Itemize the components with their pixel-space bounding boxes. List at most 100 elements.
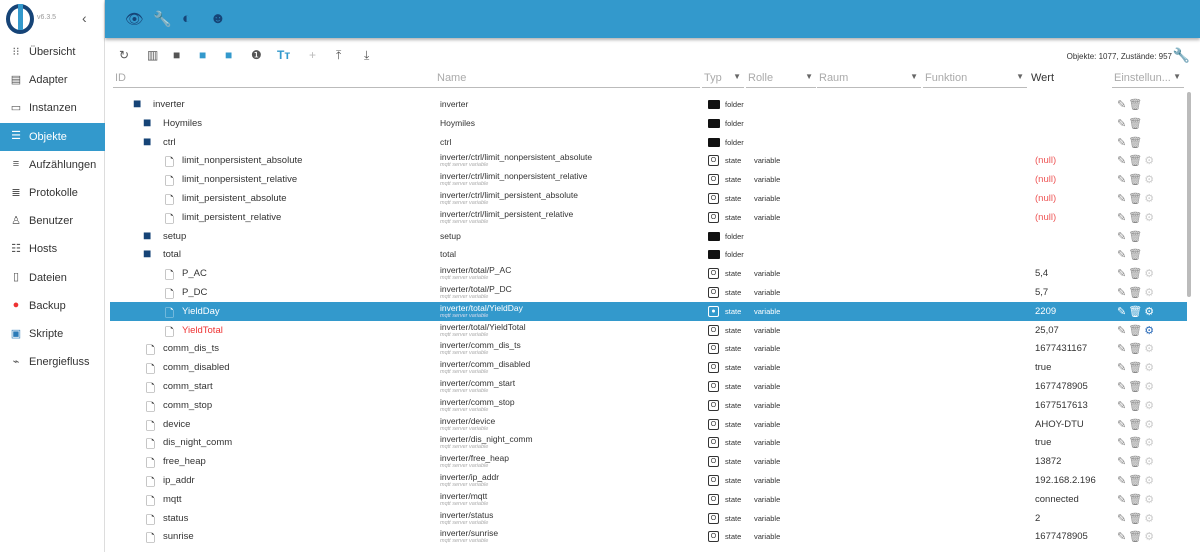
table-row[interactable]: 🗋 status inverter/status mqtt server variab… [110,509,1187,528]
edit-icon[interactable]: ✎ [1117,381,1128,393]
edit-icon[interactable]: ✎ [1117,268,1128,280]
table-row[interactable]: 🗋 P_DC inverter/total/P_DC mqtt server vari… [110,283,1187,302]
gear-icon[interactable]: ⚙ [1144,513,1156,525]
object-value[interactable]: 1677517613 [1035,400,1088,411]
edit-icon[interactable]: ✎ [1117,325,1128,337]
edit-icon[interactable]: ✎ [1117,513,1128,525]
sidebar-item-benutzer[interactable]: ♙ Benutzer [0,207,105,235]
folder-open-icon[interactable]: ■ [133,95,141,111]
download-icon[interactable]: ⤓ [364,48,369,63]
edit-icon[interactable]: ✎ [1117,99,1128,111]
delete-icon[interactable]: 🗑 [1128,231,1144,243]
object-value[interactable]: (null) [1035,155,1056,166]
sidebar-item-backup[interactable]: ● Backup [0,292,105,320]
level-icon[interactable]: ❶ [251,48,262,62]
table-row[interactable]: 🗋 limit_nonpersistent_relative inverter/ct… [110,170,1187,189]
table-row[interactable]: 🗋 YieldTotal inverter/total/YieldTotal mqtt… [110,321,1187,340]
table-row[interactable]: 🗋 sunrise inverter/sunrise mqtt server vari… [110,527,1187,546]
table-row[interactable]: ■ setup setup folder ✎🗑 [110,227,1187,246]
edit-icon[interactable]: ✎ [1117,437,1128,449]
sidebar-item-instanzen[interactable]: ▭ Instanzen [0,94,105,122]
delete-icon[interactable]: 🗑 [1128,174,1144,186]
edit-icon[interactable]: ✎ [1117,494,1128,506]
room-filter[interactable]: Raum ▼ [817,72,921,88]
table-row[interactable]: 🗋 comm_stop inverter/comm_stop mqtt server … [110,396,1187,415]
edit-icon[interactable]: ✎ [1117,362,1128,374]
table-row[interactable]: ■ Hoymiles Hoymiles folder ✎🗑 [110,114,1187,133]
table-row[interactable]: 🗋 limit_persistent_absolute inverter/ctrl/… [110,189,1187,208]
object-value[interactable]: 1677478905 [1035,381,1088,392]
text-size-icon[interactable]: Tт [277,48,290,62]
folder-open-icon[interactable]: ■ [143,245,151,261]
gear-icon[interactable]: ⚙ [1144,381,1156,393]
object-value[interactable]: 1677478905 [1035,531,1088,542]
delete-icon[interactable]: 🗑 [1128,362,1144,374]
settings-filter[interactable]: Einstellun... ▼ [1112,72,1184,88]
gear-icon[interactable]: ⚙ [1144,400,1156,412]
delete-icon[interactable]: 🗑 [1128,99,1144,111]
delete-icon[interactable]: 🗑 [1128,212,1144,224]
delete-icon[interactable]: 🗑 [1128,193,1144,205]
name-filter[interactable]: Name [435,72,700,88]
folder-icon[interactable]: ■ [143,114,151,130]
table-row[interactable]: 🗋 comm_disabled inverter/comm_disabled mqtt… [110,358,1187,377]
object-value[interactable]: 1677431167 [1035,343,1087,354]
table-row[interactable]: 🗋 mqtt inverter/mqtt mqtt server variable Os… [110,490,1187,509]
delete-icon[interactable]: 🗑 [1128,381,1144,393]
delete-icon[interactable]: 🗑 [1128,155,1144,167]
object-value[interactable]: true [1035,362,1051,373]
table-row[interactable]: 🗋 limit_nonpersistent_absolute inverter/ct… [110,151,1187,170]
table-row[interactable]: 🗋 dis_night_comm inverter/dis_night_comm mq… [110,433,1187,452]
sidebar-item-energiefluss[interactable]: ⌁ Energiefluss [0,348,105,376]
edit-icon[interactable]: ✎ [1117,212,1128,224]
delete-icon[interactable]: 🗑 [1128,437,1144,449]
sidebar-item-skripte[interactable]: ▣ Skripte [0,320,105,348]
object-value[interactable]: (null) [1035,174,1056,185]
table-row[interactable]: 🗋 YieldDay inverter/total/YieldDay mqtt ser… [110,301,1187,321]
object-value[interactable]: 192.168.2.196 [1035,475,1096,486]
table-row[interactable]: 🗋 free_heap inverter/free_heap mqtt server … [110,452,1187,471]
object-value[interactable]: connected [1035,494,1079,505]
delete-icon[interactable]: 🗑 [1128,419,1144,431]
delete-icon[interactable]: 🗑 [1128,306,1144,318]
gear-icon[interactable]: ⚙ [1144,437,1156,449]
table-row[interactable]: 🗋 device inverter/device mqtt server variab… [110,415,1187,434]
theme-icon[interactable]: ◐ [182,10,191,27]
gear-icon[interactable]: ⚙ [1144,268,1156,280]
delete-icon[interactable]: 🗑 [1128,513,1144,525]
table-row[interactable]: 🗋 comm_dis_ts inverter/comm_dis_ts mqtt ser… [110,339,1187,358]
expand-all-icon[interactable]: ■ [199,48,206,62]
refresh-icon[interactable]: ↻ [119,48,129,62]
edit-icon[interactable]: ✎ [1117,306,1128,318]
delete-icon[interactable]: 🗑 [1128,343,1144,355]
upload-icon[interactable]: ⤒ [336,48,341,63]
role-filter[interactable]: Rolle ▼ [746,72,816,88]
table-row[interactable]: ■ total total folder ✎🗑 [110,245,1187,264]
sidebar-item-objekte[interactable]: ☰ Objekte [0,122,105,151]
edit-icon[interactable]: ✎ [1117,118,1128,130]
table-row[interactable]: ■ inverter inverter folder ✎🗑 [110,95,1187,114]
object-value[interactable]: 5,4 [1035,268,1048,279]
edit-icon[interactable]: ✎ [1117,174,1128,186]
delete-icon[interactable]: 🗑 [1128,287,1144,299]
scrollbar[interactable] [1187,92,1191,297]
delete-icon[interactable]: 🗑 [1128,137,1144,149]
edit-icon[interactable]: ✎ [1117,137,1128,149]
gear-icon[interactable]: ⚙ [1144,306,1156,318]
columns-icon[interactable]: ▥ [147,48,158,62]
edit-icon[interactable]: ✎ [1117,155,1128,167]
gear-icon[interactable]: ⚙ [1144,419,1156,431]
delete-icon[interactable]: 🗑 [1128,249,1144,261]
edit-icon[interactable]: ✎ [1117,475,1128,487]
sidebar-item-übersicht[interactable]: ⁝⁝ Übersicht [0,38,105,66]
edit-icon[interactable]: ✎ [1117,531,1128,543]
gear-icon[interactable]: ⚙ [1144,531,1156,543]
folder-icon[interactable]: ■ [143,227,151,243]
gear-icon[interactable]: ⚙ [1144,362,1156,374]
edit-icon[interactable]: ✎ [1117,456,1128,468]
add-icon[interactable]: + [309,48,316,62]
wrench-icon[interactable]: 🔧 [1173,47,1190,64]
edit-icon[interactable]: ✎ [1117,343,1128,355]
gear-icon[interactable]: ⚙ [1144,155,1156,167]
gear-icon[interactable]: ⚙ [1144,456,1156,468]
